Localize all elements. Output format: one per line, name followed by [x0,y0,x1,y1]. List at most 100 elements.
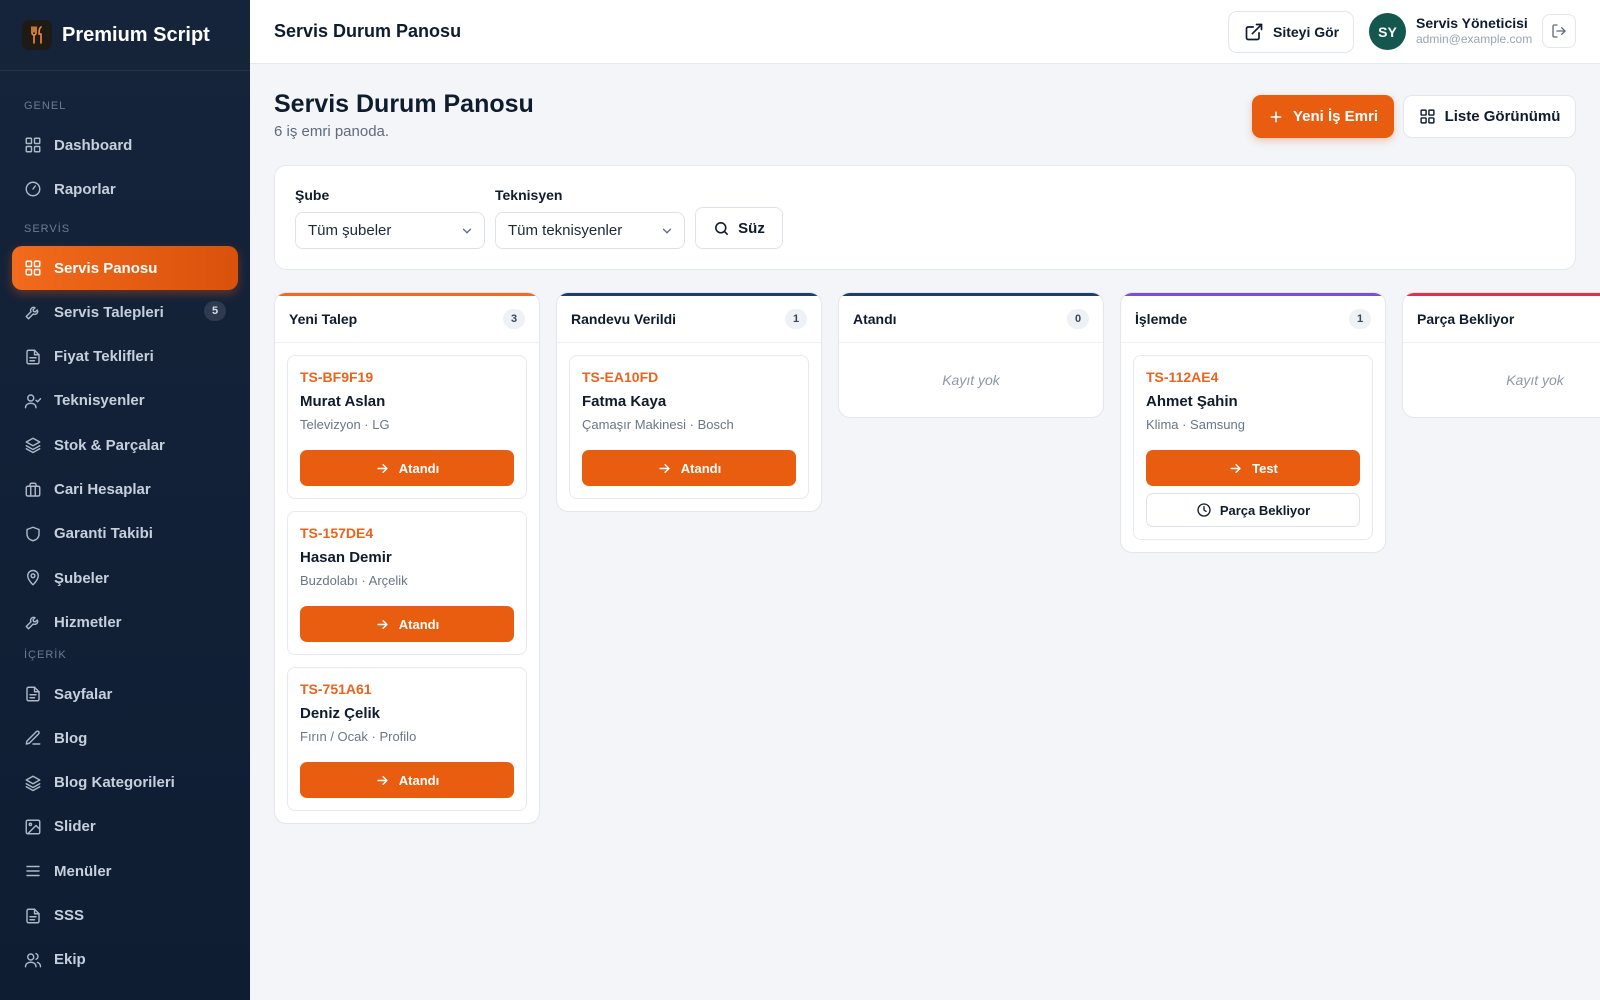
work-order-code[interactable]: TS-BF9F19 [300,369,514,385]
sidebar-item-blog-kategorileri[interactable]: Blog Kategorileri [12,761,238,805]
sidebar-item-servis-panosu[interactable]: Servis Panosu [12,246,238,290]
arrow-right-icon [659,463,670,473]
arrow-right-icon [377,463,388,473]
work-order-code[interactable]: TS-EA10FD [582,369,796,385]
users-icon [24,951,42,969]
advance-status-button[interactable]: Atandı [582,450,796,486]
branch-select[interactable]: Tüm şubeler [295,212,485,249]
device-brand: Çamaşır Makinesi · Bosch [582,417,734,432]
user-name: Servis Yöneticisi [1416,15,1528,31]
search-icon [715,221,729,235]
grid-icon [1419,109,1435,124]
external-link-icon [1245,23,1263,41]
sidebar-item-label: Blog Kategorileri [54,774,175,792]
sidebar-item-label: Raporlar [54,180,116,198]
list-view-label: Liste Görünümü [1444,108,1561,125]
gauge-icon [24,180,42,198]
work-order-card[interactable]: TS-157DE4 Hasan Demir Buzdolabı · Arçelik A… [287,511,527,655]
filter-submit-label: Süz [738,219,765,237]
fork-knife-icon [22,20,52,50]
sidebar-item-slider[interactable]: Slider [12,805,238,849]
layers-icon [24,774,42,792]
sidebar-item-label: Ekip [54,951,86,969]
column-count-badge: 3 [503,309,525,329]
sidebar-item-label: Cari Hesaplar [54,481,151,498]
logout-button[interactable] [1542,14,1576,48]
column-body: TS-BF9F19 Murat Aslan Televizyon · LG Atand… [275,343,539,811]
list-view-button[interactable]: Liste Görünümü [1403,95,1576,138]
technician-select[interactable]: Tüm teknisyenler [495,212,685,249]
column-body: TS-EA10FD Fatma Kaya Çamaşır Makinesi · Bo… [557,343,821,499]
sidebar-item-teknisyenler[interactable]: Teknisyenler [12,379,238,423]
board-column-yeni-talep: Yeni Talep 3 TS-BF9F19 Murat Aslan Televizyo… [274,292,540,824]
sidebar-item-label: Stok & Parçalar [54,436,165,454]
grid-icon [24,136,42,154]
new-work-order-button[interactable]: Yeni İş Emri [1252,95,1394,138]
plus-icon [1270,111,1282,122]
filter-submit-button[interactable]: Süz [695,207,783,249]
device-brand: Fırın / Ocak · Profilo [300,729,417,744]
avatar[interactable]: SY [1369,13,1406,50]
sidebar-item-subeler[interactable]: Şubeler [12,556,238,600]
column-body: Kayıt yok [1403,343,1600,417]
column-count-badge: 1 [1349,309,1371,329]
sidebar-item-garanti-takibi[interactable]: Garanti Takibi [12,512,238,556]
sidebar-item-label: Menüler [54,862,112,880]
column-body: TS-112AE4 Ahmet Şahin Klima · Samsung Test P… [1121,343,1385,540]
sidebar-item-menuler[interactable]: Menüler [12,849,238,893]
advance-status-button[interactable]: Test [1146,450,1360,486]
work-order-card[interactable]: TS-BF9F19 Murat Aslan Televizyon · LG Atand… [287,355,527,499]
filter-panel: Şube Tüm şubeler Teknisyen Tüm teknisyen… [274,165,1576,270]
empty-state: Kayıt yok [1506,372,1564,388]
column-header: Parça Bekliyor [1403,296,1600,343]
nav-section-title: İÇERİK [24,649,67,661]
column-header: Yeni Talep 3 [275,296,539,343]
topbar-title: Servis Durum Panosu [274,21,462,41]
arrow-right-icon [377,619,388,629]
customer-name: Fatma Kaya [582,393,667,410]
wrench-icon [24,613,42,631]
sidebar-item-stok-parcalar[interactable]: Stok & Parçalar [12,423,238,467]
wait-parts-button[interactable]: Parça Bekliyor [1146,493,1360,527]
wrench-icon [24,303,42,321]
sidebar-item-ekip[interactable]: Ekip [12,938,238,982]
customer-name: Murat Aslan [300,393,386,410]
view-site-button[interactable]: Siteyi Gör [1228,11,1354,53]
sidebar-item-label: Servis Talepleri [54,303,164,321]
sidebar-item-label: Garanti Takibi [54,525,153,543]
sidebar-item-sss[interactable]: SSS [12,894,238,938]
document-icon [24,685,42,703]
column-title: Randevu Verildi [571,311,677,327]
column-title: İşlemde [1135,311,1188,327]
sidebar-item-sayfalar[interactable]: Sayfalar [12,672,238,716]
advance-status-label: Atandı [398,772,440,788]
sidebar-item-label: Hizmetler [54,613,122,631]
sidebar-item-blog[interactable]: Blog [12,716,238,760]
sidebar-item-servis-talepleri[interactable]: Servis Talepleri 5 [12,290,238,334]
sidebar-item-fiyat-teklifleri[interactable]: Fiyat Teklifleri [12,335,238,379]
arrow-right-icon [377,775,388,785]
brand-name: Premium Script [62,23,210,46]
sidebar-item-cari-hesaplar[interactable]: Cari Hesaplar [12,468,238,512]
column-title: Parça Bekliyor [1417,311,1515,327]
customer-name: Ahmet Şahin [1146,393,1238,410]
advance-status-button[interactable]: Atandı [300,450,514,486]
sidebar-item-dashboard[interactable]: Dashboard [12,123,238,167]
board-column-parca-bekliyor: Parça Bekliyor Kayıt yok [1402,292,1600,418]
sidebar: Premium Script GENEL Dashboard Raporlar SER… [0,0,250,1000]
advance-status-button[interactable]: Atandı [300,606,514,642]
sidebar-item-raporlar[interactable]: Raporlar [12,167,238,211]
sidebar-item-hizmetler[interactable]: Hizmetler [12,600,238,644]
work-order-card[interactable]: TS-EA10FD Fatma Kaya Çamaşır Makinesi · Bo… [569,355,809,499]
work-order-code[interactable]: TS-157DE4 [300,525,514,541]
work-order-card[interactable]: TS-751A61 Deniz Çelik Fırın / Ocak · Profi… [287,667,527,811]
brand[interactable]: Premium Script [0,0,250,71]
work-order-card[interactable]: TS-112AE4 Ahmet Şahin Klima · Samsung Test P… [1133,355,1373,540]
sidebar-item-label: Servis Panosu [54,259,158,277]
board-column-atandi: Atandı 0 Kayıt yok [838,292,1104,418]
work-order-code[interactable]: TS-112AE4 [1146,369,1360,385]
work-order-code[interactable]: TS-751A61 [300,681,514,697]
technician-filter-label: Teknisyen [495,187,563,203]
chevron-down-icon [462,228,472,234]
advance-status-button[interactable]: Atandı [300,762,514,798]
